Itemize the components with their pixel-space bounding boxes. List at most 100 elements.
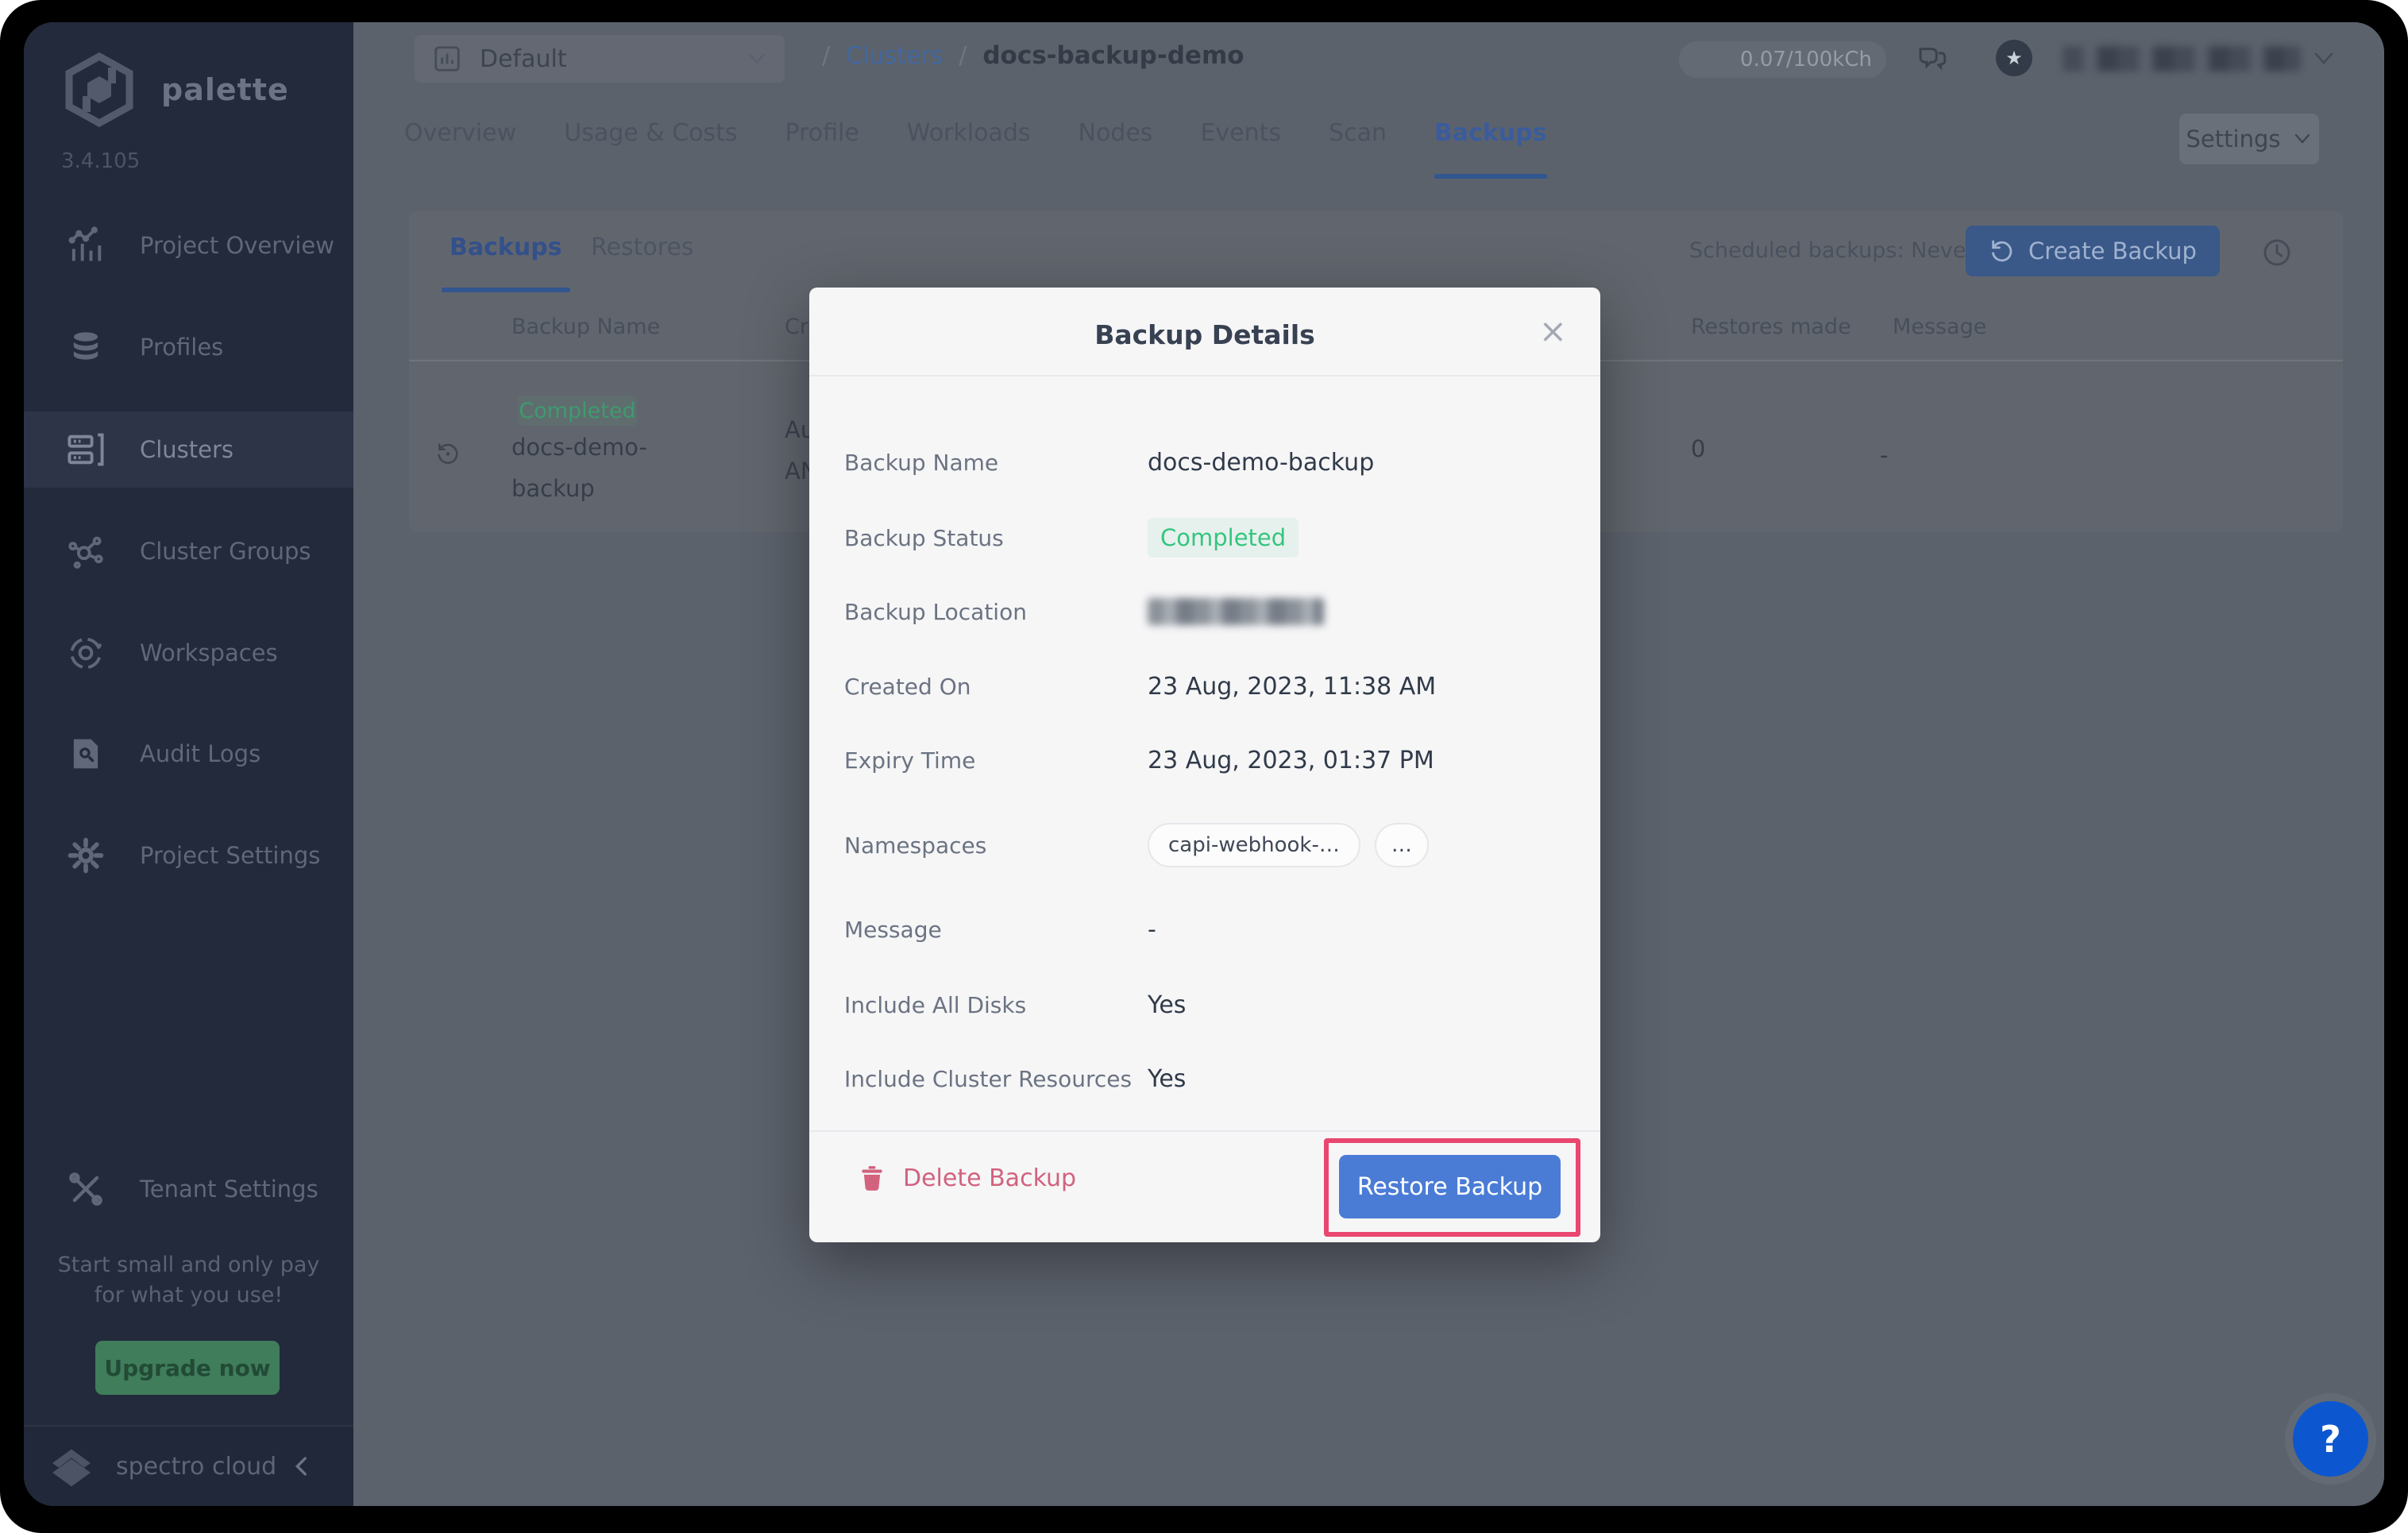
column-backup-name: Backup Name xyxy=(511,315,660,339)
breadcrumb-current: docs-backup-demo xyxy=(982,41,1244,70)
backup-restore-row-icon[interactable] xyxy=(434,439,461,466)
field-label: Include All Disks xyxy=(844,992,1148,1018)
field-label: Backup Name xyxy=(844,450,1148,476)
field-label: Created On xyxy=(844,674,1148,700)
restore-backup-button[interactable]: Restore Backup xyxy=(1339,1155,1561,1218)
delete-backup-label: Delete Backup xyxy=(903,1164,1076,1192)
field-namespaces: Namespaces capi-webhook-… … xyxy=(844,823,1569,867)
cluster-groups-icon xyxy=(65,531,106,572)
spectro-cloud-logo-icon xyxy=(44,1441,98,1492)
usage-value: 0.07/100kCh xyxy=(1740,48,1872,71)
sidebar-item-label: Audit Logs xyxy=(140,740,260,767)
namespace-overflow-chip[interactable]: … xyxy=(1375,823,1429,867)
create-backup-button[interactable]: Create Backup xyxy=(1966,226,2220,276)
breadcrumb-separator: / xyxy=(959,42,967,70)
delete-backup-button[interactable]: Delete Backup xyxy=(857,1161,1076,1195)
sidebar-item-workspaces[interactable]: Workspaces xyxy=(24,615,353,691)
tab-usage-costs[interactable]: Usage & Costs xyxy=(564,119,737,168)
project-selector[interactable]: Default xyxy=(415,35,785,83)
close-icon[interactable]: × xyxy=(1539,315,1567,348)
announcements-star-icon[interactable]: ★ xyxy=(1996,40,2032,76)
field-label: Backup Location xyxy=(844,599,1148,625)
sidebar-item-clusters[interactable]: Clusters xyxy=(24,411,353,488)
modal-title: Backup Details xyxy=(809,319,1600,350)
chat-icon[interactable] xyxy=(1916,41,1949,75)
sidebar-item-label: Project Settings xyxy=(140,842,320,869)
trash-icon xyxy=(857,1161,887,1195)
field-backup-name: Backup Name docs-demo-backup xyxy=(844,440,1569,485)
field-value: 23 Aug, 2023, 11:38 AM xyxy=(1148,673,1436,701)
project-overview-icon xyxy=(65,225,106,266)
field-backup-location: Backup Location xyxy=(844,589,1569,634)
upsell-text: Start small and only pay for what you us… xyxy=(24,1250,353,1311)
usage-meter: 0.07/100kCh xyxy=(1679,41,1886,78)
project-settings-icon xyxy=(65,835,106,876)
field-created-on: Created On 23 Aug, 2023, 11:38 AM xyxy=(844,664,1569,709)
sidebar: palette 3.4.105 Project Overview xyxy=(24,22,353,1506)
user-menu-chevron-icon[interactable] xyxy=(2312,49,2336,68)
screenshot-frame: palette 3.4.105 Project Overview xyxy=(0,0,2408,1533)
scheduled-backups-text: Scheduled backups: Never xyxy=(1689,238,1975,263)
subtab-restores[interactable]: Restores xyxy=(591,234,693,261)
sidebar-item-label: Project Overview xyxy=(140,232,334,259)
breadcrumb-clusters-link[interactable]: Clusters xyxy=(846,42,943,70)
field-backup-status: Backup Status Completed xyxy=(844,516,1569,560)
subtab-backups[interactable]: Backups xyxy=(450,234,562,261)
sidebar-item-profiles[interactable]: Profiles xyxy=(24,309,353,385)
tab-events[interactable]: Events xyxy=(1200,119,1281,168)
spectro-cloud-brand: spectro cloud xyxy=(44,1441,276,1492)
workspaces-icon xyxy=(65,632,106,674)
upgrade-now-button[interactable]: Upgrade now xyxy=(95,1341,280,1395)
sidebar-item-label: Clusters xyxy=(140,436,233,463)
brand-name: palette xyxy=(161,72,289,107)
field-label: Include Cluster Resources xyxy=(844,1066,1148,1092)
profiles-icon xyxy=(65,326,106,368)
create-backup-label: Create Backup xyxy=(2028,237,2197,265)
tenant-settings-icon xyxy=(65,1168,106,1210)
column-message: Message xyxy=(1893,315,1986,339)
row-status-badge: Completed xyxy=(518,396,637,426)
sidebar-item-project-overview[interactable]: Project Overview xyxy=(24,207,353,284)
cluster-tabs: Overview Usage & Costs Profile Workloads… xyxy=(404,119,1547,168)
palette-logo-icon xyxy=(60,50,139,129)
breadcrumb: / Clusters / docs-backup-demo xyxy=(822,41,1245,70)
field-value: 23 Aug, 2023, 01:37 PM xyxy=(1148,747,1434,774)
namespace-chip[interactable]: capi-webhook-… xyxy=(1148,823,1360,867)
spectro-cloud-label: spectro cloud xyxy=(116,1453,276,1481)
sidebar-item-tenant-settings[interactable]: Tenant Settings xyxy=(24,1151,353,1227)
field-label: Expiry Time xyxy=(844,747,1148,774)
tab-profile[interactable]: Profile xyxy=(785,119,859,168)
field-include-cluster-resources: Include Cluster Resources Yes xyxy=(844,1056,1569,1101)
settings-button-label: Settings xyxy=(2186,125,2281,153)
column-restores-made: Restores made xyxy=(1691,315,1851,339)
brand: palette xyxy=(60,50,289,129)
tab-overview[interactable]: Overview xyxy=(404,119,516,168)
status-completed-badge: Completed xyxy=(1148,518,1299,558)
tab-workloads[interactable]: Workloads xyxy=(907,119,1031,168)
tab-scan[interactable]: Scan xyxy=(1329,119,1387,168)
backup-location-redacted xyxy=(1148,598,1324,625)
top-bar: Default / Clusters / docs-backup-demo 0.… xyxy=(353,22,2384,118)
row-backup-name-line2[interactable]: backup xyxy=(511,475,595,502)
settings-button[interactable]: Settings xyxy=(2179,114,2319,164)
tab-nodes[interactable]: Nodes xyxy=(1079,119,1153,168)
sidebar-item-label: Cluster Groups xyxy=(140,538,311,565)
field-message: Message - xyxy=(844,907,1569,952)
field-value: - xyxy=(1148,916,1156,944)
field-label: Message xyxy=(844,917,1148,943)
modal-footer-divider xyxy=(809,1130,1600,1132)
field-label: Namespaces xyxy=(844,832,1148,859)
field-include-all-disks: Include All Disks Yes xyxy=(844,983,1569,1027)
backup-history-clock-icon[interactable] xyxy=(2261,237,2293,268)
row-backup-name-line1[interactable]: docs-demo- xyxy=(511,434,647,461)
breadcrumb-separator: / xyxy=(822,42,830,70)
sidebar-collapse-icon[interactable] xyxy=(288,1450,315,1482)
clusters-icon xyxy=(65,429,106,470)
tab-backups[interactable]: Backups xyxy=(1434,119,1547,168)
modal-header-divider xyxy=(809,375,1600,376)
sidebar-item-cluster-groups[interactable]: Cluster Groups xyxy=(24,513,353,589)
sidebar-item-project-settings[interactable]: Project Settings xyxy=(24,817,353,894)
field-value: Yes xyxy=(1148,991,1186,1019)
help-button[interactable]: ? xyxy=(2293,1401,2368,1477)
sidebar-item-audit-logs[interactable]: Audit Logs xyxy=(24,716,353,792)
